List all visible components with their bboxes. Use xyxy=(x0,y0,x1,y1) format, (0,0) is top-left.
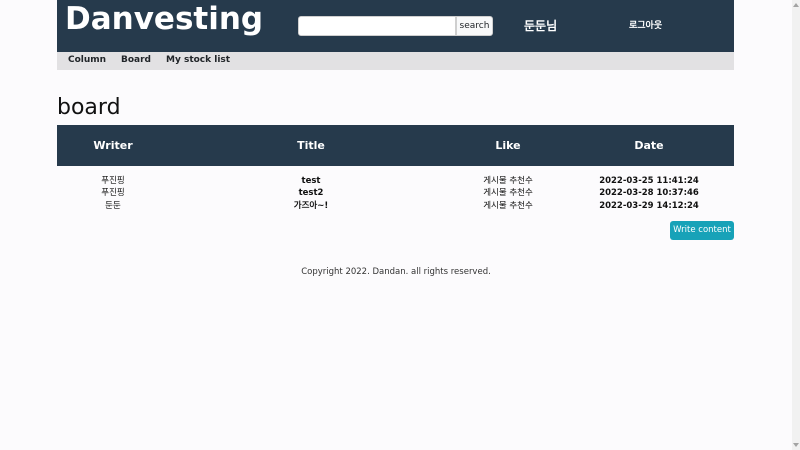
cell-like: 게시물 추천수 xyxy=(483,201,533,211)
write-content-button[interactable]: Write content xyxy=(670,221,734,240)
vertical-scrollbar[interactable] xyxy=(792,0,800,450)
cell-title-link[interactable]: 가즈아~! xyxy=(294,200,328,212)
user-name: 둔둔님 xyxy=(524,19,558,33)
column-header-like: Like xyxy=(495,139,521,152)
cell-date: 2022-03-29 14:12:24 xyxy=(599,201,699,211)
column-header-writer: Writer xyxy=(93,139,133,152)
cell-title-link[interactable]: test xyxy=(302,175,321,187)
nav-bar: Column Board My stock list xyxy=(57,52,734,70)
cell-like: 게시물 추천수 xyxy=(483,188,533,198)
page-title: board xyxy=(57,95,121,120)
cell-writer: 푸진핑 xyxy=(101,176,125,186)
column-header-date: Date xyxy=(634,139,664,152)
scroll-down-arrow-icon[interactable] xyxy=(793,443,799,447)
scroll-up-arrow-icon[interactable] xyxy=(793,3,799,7)
table-row[interactable]: 둔둔 가즈아~! 게시물 추천수 2022-03-29 14:12:24 xyxy=(57,200,734,212)
cell-title-link[interactable]: test2 xyxy=(299,187,324,199)
nav-item-column[interactable]: Column xyxy=(68,53,106,67)
table-row[interactable]: 푸진핑 test 게시물 추천수 2022-03-25 11:41:24 xyxy=(57,175,734,187)
logout-link[interactable]: 로그아웃 xyxy=(629,19,662,33)
nav-item-board[interactable]: Board xyxy=(121,53,151,67)
top-header: Danvesting search 둔둔님 로그아웃 xyxy=(57,0,734,52)
table-header: Writer Title Like Date xyxy=(57,125,734,166)
site-logo[interactable]: Danvesting xyxy=(65,0,263,39)
cell-writer: 푸진핑 xyxy=(101,188,125,198)
cell-date: 2022-03-28 10:37:46 xyxy=(599,188,699,198)
column-header-title: Title xyxy=(297,139,325,152)
table-row[interactable]: 푸진핑 test2 게시물 추천수 2022-03-28 10:37:46 xyxy=(57,187,734,199)
footer-copyright: Copyright 2022. Dandan. all rights reser… xyxy=(301,267,491,277)
cell-date: 2022-03-25 11:41:24 xyxy=(599,176,699,186)
cell-writer: 둔둔 xyxy=(105,201,121,211)
cell-like: 게시물 추천수 xyxy=(483,176,533,186)
search-button[interactable]: search xyxy=(456,16,493,36)
search-input[interactable] xyxy=(298,16,456,36)
nav-item-my-stock-list[interactable]: My stock list xyxy=(166,53,230,67)
